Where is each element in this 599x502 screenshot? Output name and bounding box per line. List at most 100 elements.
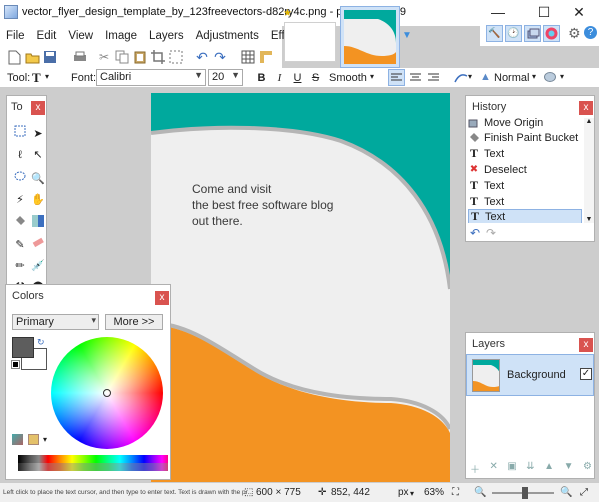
history-item[interactable]: T Text: [468, 146, 582, 161]
rectangle-select-icon[interactable]: [12, 123, 28, 139]
layer-properties-icon[interactable]: ⚙: [583, 461, 592, 475]
more-colors-button[interactable]: More >>: [105, 314, 163, 330]
chevron-down-icon[interactable]: ▾: [43, 435, 47, 444]
layer-row-background[interactable]: Background ✓: [466, 354, 594, 396]
deselect-icon[interactable]: [168, 49, 184, 65]
maximize-button[interactable]: ☐: [524, 0, 564, 24]
history-item[interactable]: T Text: [468, 178, 582, 193]
print-icon[interactable]: [72, 49, 88, 65]
history-item[interactable]: T Text: [468, 194, 582, 209]
ruler-icon[interactable]: [258, 49, 274, 65]
lasso-select-icon[interactable]: ℓ: [12, 147, 28, 163]
reset-colors-icon[interactable]: [11, 360, 20, 369]
open-icon[interactable]: [24, 49, 40, 65]
underline-button[interactable]: U: [289, 69, 306, 86]
help-icon[interactable]: ?: [584, 26, 597, 39]
menu-file[interactable]: File: [0, 30, 31, 42]
menu-view[interactable]: View: [62, 30, 99, 42]
image-canvas[interactable]: Come and visit the best free software bl…: [151, 93, 450, 482]
new-icon[interactable]: [6, 49, 22, 65]
chevron-down-icon[interactable]: ▾: [560, 72, 564, 81]
zoom-to-window-icon[interactable]: ⛶: [452, 487, 459, 498]
history-undo-icon[interactable]: ↶: [470, 226, 480, 240]
menu-adjustments[interactable]: Adjustments: [190, 30, 265, 42]
zoom-slider-track[interactable]: [492, 487, 554, 499]
align-right-icon[interactable]: [425, 69, 442, 86]
units-select[interactable]: px: [398, 487, 409, 498]
image-tab-active[interactable]: [340, 6, 400, 68]
history-item-selected[interactable]: T Text: [468, 209, 582, 223]
cut-icon[interactable]: ✂: [96, 49, 112, 65]
primary-secondary-select[interactable]: Primary ▾: [12, 314, 99, 330]
palette-menu-icon[interactable]: [28, 434, 39, 445]
menu-image[interactable]: Image: [99, 30, 143, 42]
zoom-out-icon[interactable]: 🔍: [474, 487, 486, 498]
color-wheel-cursor[interactable]: [103, 389, 111, 397]
ellipse-select-icon[interactable]: [12, 168, 28, 184]
colors-panel-close-button[interactable]: x: [155, 291, 169, 305]
minimize-button[interactable]: —: [478, 0, 518, 24]
font-size-select[interactable]: 20 ▼: [208, 69, 243, 86]
duplicate-layer-icon[interactable]: ▣: [507, 461, 516, 475]
antialiasing-select[interactable]: Smooth: [329, 72, 367, 84]
tool-dropdown-icon[interactable]: ▾: [45, 72, 49, 81]
flyer-text-block[interactable]: Come and visit the best free software bl…: [192, 181, 333, 229]
fullscreen-icon[interactable]: ⤢: [580, 487, 588, 498]
align-left-icon[interactable]: [388, 69, 405, 86]
zoom-value[interactable]: 63%: [424, 487, 444, 498]
history-item[interactable]: Finish Paint Bucket: [468, 130, 582, 145]
chevron-down-icon[interactable]: ▾: [370, 72, 374, 81]
pan-icon[interactable]: ✋: [30, 192, 46, 208]
chevron-down-icon[interactable]: ▾: [468, 72, 472, 81]
zoom-icon[interactable]: 🔍: [30, 171, 46, 187]
chevron-down-icon[interactable]: ▾: [532, 72, 536, 81]
history-item[interactable]: ✖ Deselect: [468, 162, 582, 177]
strikethrough-button[interactable]: S: [307, 69, 324, 86]
move-layer-up-icon[interactable]: ▲: [544, 461, 554, 475]
layers-window-toggle-icon[interactable]: [524, 25, 541, 42]
history-item[interactable]: Move Origin: [468, 118, 582, 130]
redo-icon[interactable]: ↷: [212, 49, 228, 65]
history-redo-icon[interactable]: ↷: [486, 226, 496, 240]
settings-gear-icon[interactable]: ⚙: [568, 25, 581, 42]
grid-icon[interactable]: [240, 49, 256, 65]
close-button[interactable]: ✕: [559, 0, 599, 24]
antialias-curve-icon[interactable]: [452, 69, 469, 86]
swap-colors-icon[interactable]: ↻: [37, 337, 45, 348]
tools-window-toggle-icon[interactable]: 🔨: [486, 25, 503, 42]
image-tab-empty[interactable]: [284, 22, 336, 62]
zoom-in-icon[interactable]: 🔍: [560, 487, 572, 498]
copy-icon[interactable]: [114, 49, 130, 65]
palette-row-2[interactable]: [18, 463, 168, 471]
selection-mode-icon[interactable]: [544, 72, 556, 82]
menu-edit[interactable]: Edit: [31, 30, 63, 42]
bold-button[interactable]: B: [253, 69, 270, 86]
layers-panel-close-button[interactable]: x: [579, 338, 593, 352]
paste-icon[interactable]: [132, 49, 148, 65]
color-wheel[interactable]: [51, 337, 163, 449]
chevron-down-icon[interactable]: ▾: [410, 489, 414, 498]
colors-window-toggle-icon[interactable]: [543, 25, 560, 42]
add-to-palette-icon[interactable]: [12, 434, 23, 445]
add-layer-icon[interactable]: ＋: [470, 461, 480, 476]
palette-row-1[interactable]: [18, 455, 168, 463]
align-center-icon[interactable]: [407, 69, 424, 86]
magic-wand-icon[interactable]: ⚡: [12, 192, 28, 208]
delete-layer-icon[interactable]: ✕: [489, 461, 497, 475]
star-icon[interactable]: ★: [283, 8, 292, 19]
zoom-slider-thumb[interactable]: [522, 487, 528, 499]
paint-bucket-icon[interactable]: [12, 213, 28, 229]
tools-panel-close-button[interactable]: x: [31, 101, 45, 115]
layer-visibility-checkbox[interactable]: ✓: [580, 368, 592, 380]
history-scrollbar[interactable]: ▲ ▼: [584, 118, 594, 223]
color-picker-icon[interactable]: 💉: [30, 257, 46, 273]
undo-icon[interactable]: ↶: [194, 49, 210, 65]
history-window-toggle-icon[interactable]: 🕑: [505, 25, 522, 42]
eraser-icon[interactable]: [30, 234, 46, 250]
crop-icon[interactable]: [150, 49, 166, 65]
pencil-icon[interactable]: ✏: [12, 257, 28, 273]
text-tool-icon[interactable]: T: [32, 70, 41, 86]
history-panel-close-button[interactable]: x: [579, 101, 593, 115]
primary-color-swatch[interactable]: [12, 337, 34, 358]
move-layer-down-icon[interactable]: ▼: [564, 461, 574, 475]
